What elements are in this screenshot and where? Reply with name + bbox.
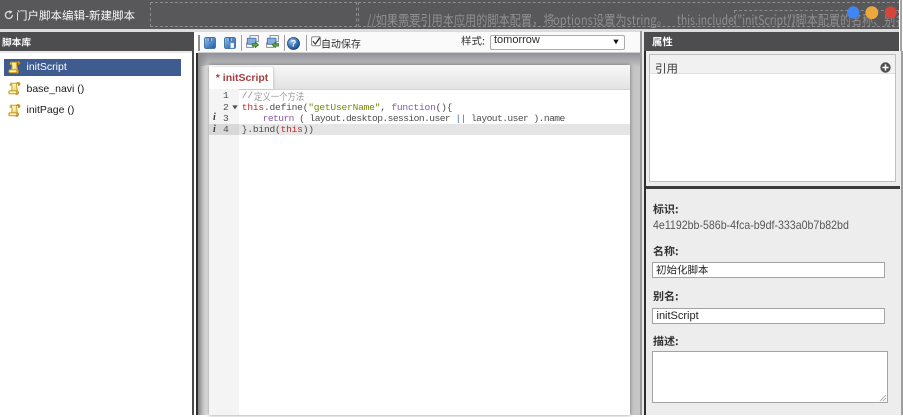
svg-text:?: ? [291, 39, 297, 49]
